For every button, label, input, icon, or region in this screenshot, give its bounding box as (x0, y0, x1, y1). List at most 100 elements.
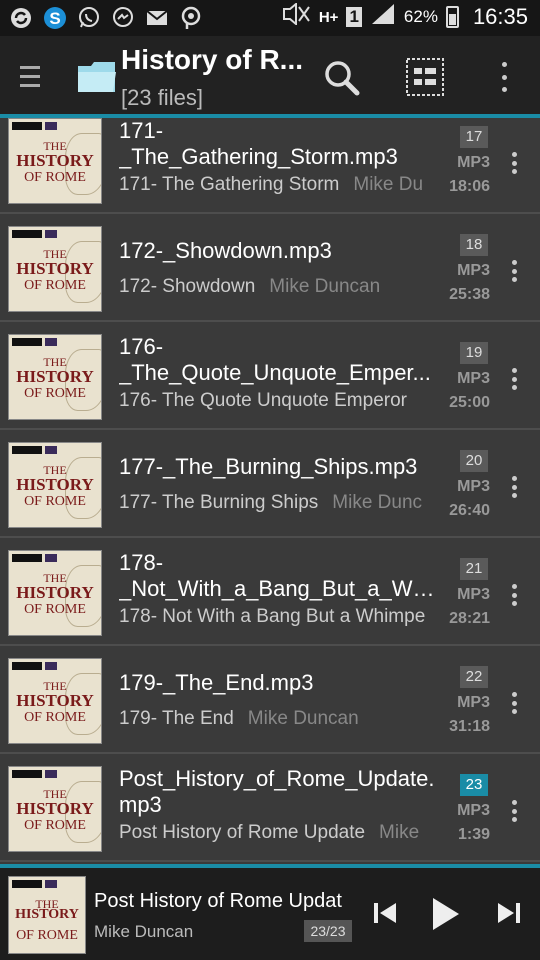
network-type-label: H+ (318, 8, 339, 26)
status-bar: S H+ 1 62% 16:35 (0, 0, 540, 36)
file-format: MP3 (457, 478, 490, 495)
file-list-item[interactable]: THE HISTORY OF ROME 172-_Showdown.mp3 17… (0, 216, 540, 322)
system-status: H+ 1 62% 16:35 (281, 1, 528, 31)
track-duration: 31:18 (449, 718, 490, 735)
album-art: THE HISTORY OF ROME (8, 334, 102, 420)
track-info: 176- The Quote Unquote Emperor (119, 390, 439, 412)
view-mode-button[interactable] (406, 58, 444, 96)
player-track-position: 23/23 (304, 920, 352, 942)
file-name: 178- _Not_With_a_Bang_But_a_Wh... (119, 550, 441, 602)
sync-icon (8, 5, 34, 31)
search-icon (325, 61, 360, 96)
track-info: Post History of Rome Update Mike (119, 822, 439, 844)
album-art: THE HISTORY OF ROME (8, 118, 102, 204)
track-duration: 1:39 (457, 826, 490, 843)
file-name-line: _The_Quote_Unquote_Emper... (119, 360, 431, 385)
play-icon (433, 898, 459, 930)
track-duration: 25:38 (449, 286, 490, 303)
file-list-item[interactable]: THE HISTORY OF ROME 177-_The_Burning_Shi… (0, 432, 540, 538)
search-button[interactable] (322, 58, 362, 98)
track-number-badge: 19 (460, 342, 488, 364)
player-album-art: THE HISTORY OF ROME (8, 876, 86, 954)
item-menu-button[interactable] (510, 476, 518, 498)
sim-indicator: 1 (346, 7, 362, 27)
menu-button[interactable] (20, 66, 40, 90)
item-menu-button[interactable] (510, 800, 518, 822)
album-art: THE HISTORY OF ROME (8, 766, 102, 852)
file-name: 177-_The_Burning_Ships.mp3 (119, 454, 441, 480)
folder-title: History of R... (121, 44, 303, 75)
file-name-line: 179-_The_End.mp3 (119, 670, 314, 695)
email-icon (144, 5, 170, 31)
item-menu-button[interactable] (510, 692, 518, 714)
track-title: 172- Showdown (119, 276, 256, 297)
album-art: THE HISTORY OF ROME (8, 550, 102, 636)
track-title: 178- Not With a Bang But a Whimpe (119, 606, 426, 627)
track-artist: Mike Duncan (247, 708, 359, 729)
track-number-badge: 18 (460, 234, 488, 256)
file-list-item[interactable]: THE HISTORY OF ROME Post_History_of_Rome… (0, 756, 540, 862)
file-format: MP3 (457, 154, 490, 171)
album-art: THE HISTORY OF ROME (8, 226, 102, 312)
album-art: THE HISTORY OF ROME (8, 442, 102, 528)
track-number-badge: 17 (460, 126, 488, 148)
previous-button[interactable] (372, 900, 398, 926)
file-name-line: 172-_Showdown.mp3 (119, 238, 332, 263)
track-duration: 26:40 (449, 502, 490, 519)
signal-icon (370, 3, 396, 31)
track-info: 178- Not With a Bang But a Whimpe (119, 606, 439, 628)
track-title: 171- The Gathering Storm (119, 174, 340, 195)
file-name-line: 176- (119, 334, 164, 359)
track-title: 177- The Burning Ships (119, 492, 319, 513)
action-bar: History of R... [23 files] (0, 36, 540, 114)
svg-text:S: S (49, 9, 60, 28)
next-button[interactable] (496, 900, 522, 926)
file-list-item[interactable]: THE HISTORY OF ROME 176- _The_Quote_Unquo… (0, 324, 540, 430)
file-name-line: 178- (119, 550, 164, 575)
track-number-badge: 23 (460, 774, 488, 796)
track-number-badge: 20 (460, 450, 488, 472)
file-list-item[interactable]: THE HISTORY OF ROME 178- _Not_With_a_Bang… (0, 540, 540, 646)
file-count: [23 files] (121, 85, 203, 110)
overflow-menu-button[interactable] (494, 62, 514, 92)
mini-player[interactable]: THE HISTORY OF ROME Post History of Rome… (0, 868, 540, 960)
item-menu-button[interactable] (510, 260, 518, 282)
file-name: 179-_The_End.mp3 (119, 670, 441, 696)
file-format: MP3 (457, 262, 490, 279)
file-name: 171- _The_Gathering_Storm.mp3 (119, 118, 441, 170)
file-format: MP3 (457, 586, 490, 603)
track-artist: Mike (379, 822, 420, 843)
podcast-app-icon (178, 5, 204, 31)
track-artist: Mike Dunc (332, 492, 423, 513)
messenger-icon (110, 5, 136, 31)
file-format: MP3 (457, 370, 490, 387)
player-track-title: Post History of Rome Updat (94, 890, 342, 912)
mute-icon (281, 1, 311, 31)
skip-previous-icon (374, 903, 396, 923)
track-number-badge: 22 (460, 666, 488, 688)
track-number-badge: 21 (460, 558, 488, 580)
play-button[interactable] (431, 896, 461, 932)
file-format: MP3 (457, 802, 490, 819)
album-art: THE HISTORY OF ROME (8, 658, 102, 744)
file-name-line: 177-_The_Burning_Ships.mp3 (119, 454, 418, 479)
file-list-item[interactable]: THE HISTORY OF ROME 179-_The_End.mp3 179… (0, 648, 540, 754)
item-menu-button[interactable] (510, 584, 518, 606)
item-menu-button[interactable] (510, 152, 518, 174)
folder-icon (77, 60, 117, 94)
file-name: Post_History_of_Rome_Update. mp3 (119, 766, 441, 818)
track-duration: 25:00 (449, 394, 490, 411)
file-list[interactable]: THE HISTORY OF ROME 171- _The_Gathering_S… (0, 118, 540, 866)
file-name-line: 171- (119, 118, 164, 143)
skype-icon: S (42, 5, 68, 31)
battery-percent: 62% (403, 7, 438, 26)
track-info: 177- The Burning Ships Mike Dunc (119, 492, 439, 514)
track-info: 179- The End Mike Duncan (119, 708, 439, 730)
clock: 16:35 (472, 4, 528, 29)
track-duration: 28:21 (449, 610, 490, 627)
list-view-icon (406, 58, 444, 96)
file-list-item[interactable]: THE HISTORY OF ROME 171- _The_Gathering_S… (0, 118, 540, 214)
item-menu-button[interactable] (510, 368, 518, 390)
file-format: MP3 (457, 694, 490, 711)
whatsapp-icon (76, 5, 102, 31)
